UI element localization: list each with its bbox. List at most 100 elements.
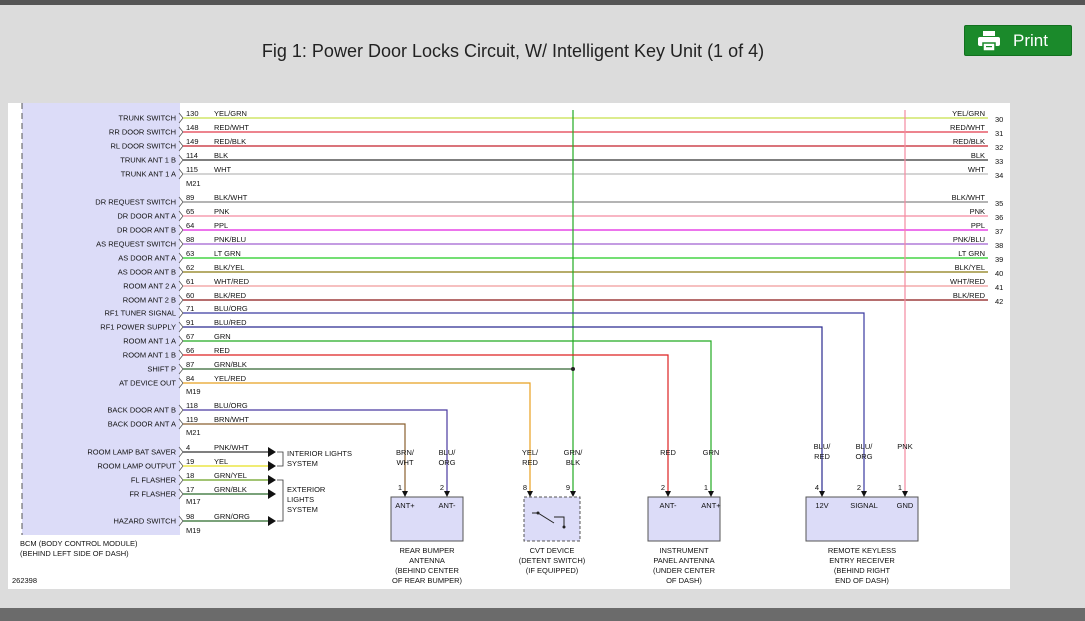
connector-pin-right: 37 [995,227,1003,236]
rke-wire-label: ORG [855,452,872,461]
print-button[interactable]: Print [964,25,1072,56]
wire-color-label-right: PPL [971,221,985,230]
rear_bumper-wire-label: BLU/ [439,448,457,457]
bcm-caption: BCM (BODY CONTROL MODULE) [20,539,138,548]
rear_bumper-wire-label: WHT [396,458,413,467]
wire-color-label: RED/WHT [214,123,249,132]
wire-color-label: BLU/ORG [214,304,248,313]
bcm-pin-label: AS REQUEST SWITCH [96,240,176,249]
panel_antenna-terminal: ANT- [659,501,677,510]
rear_bumper-caption: (BEHIND CENTER [395,566,459,575]
wire-color-label: GRN/BLK [214,485,247,494]
pin-number: 18 [186,471,194,480]
wire-color-label-right: PNK/BLU [953,235,985,244]
connector-label: M17 [186,497,201,506]
panel_antenna-pin: 2 [661,483,665,492]
pin-number: 87 [186,360,194,369]
pin-number: 130 [186,109,199,118]
rke-caption: END OF DASH) [835,576,889,585]
cvt-wire-label: YEL/ [522,448,539,457]
wire-color-label: BLK/YEL [214,263,244,272]
pin-number: 65 [186,207,194,216]
rke-pin: 2 [857,483,861,492]
bcm-caption: (BEHIND LEFT SIDE OF DASH) [20,549,129,558]
cvt-wire-label: RED [522,458,538,467]
wire-color-label: BLK [214,151,228,160]
bcm-pin-label: AS DOOR ANT B [118,268,176,277]
panel_antenna-pin: 1 [704,483,708,492]
cvt-module [523,496,581,542]
connector-pin-right: 41 [995,283,1003,292]
bcm-pin-label: FL FLASHER [131,476,177,485]
header-bar: Fig 1: Power Door Locks Circuit, W/ Inte… [0,5,1085,85]
wire-color-label: BLU/RED [214,318,247,327]
pin-arrow-icon [665,491,671,497]
bcm-pin-label: BACK DOOR ANT B [107,406,176,415]
bcm-pin-label: RL DOOR SWITCH [110,142,176,151]
bcm-pin-label: SHIFT P [147,365,176,374]
wire-color-label-right: WHT [968,165,985,174]
pin-number: 19 [186,457,194,466]
pin-number: 89 [186,193,194,202]
wire-color-label-right: BLK [971,151,985,160]
exterior-lights-label: SYSTEM [287,505,318,514]
wire-color-label: YEL [214,457,228,466]
pin-arrow-icon [708,491,714,497]
arrow-icon [268,447,276,457]
pin-number: 64 [186,221,194,230]
rke-caption: REMOTE KEYLESS [828,546,896,555]
panel_antenna-terminal: ANT+ [701,501,721,510]
panel_antenna-caption: OF DASH) [666,576,702,585]
cvt-wire-label: BLK [566,458,580,467]
printer-icon [978,30,1000,52]
connector-label: M19 [186,526,201,535]
wire-color-label-right: RED/WHT [950,123,985,132]
connector-pin-right: 34 [995,171,1003,180]
connector-label: M19 [186,387,201,396]
pin-number: 62 [186,263,194,272]
pin-arrow-icon [819,491,825,497]
pin-number: 118 [186,401,198,410]
arrow-icon [268,516,276,526]
pin-number: 66 [186,346,194,355]
wire-color-label-right: BLK/RED [953,291,986,300]
cvt-caption: CVT DEVICE [530,546,575,555]
bcm-pin-label: ROOM LAMP OUTPUT [97,462,176,471]
wire-color-label-right: WHT/RED [950,277,986,286]
pin-number: 4 [186,443,190,452]
connector-pin-right: 31 [995,129,1003,138]
pin-number: 17 [186,485,194,494]
wire-color-label: RED/BLK [214,137,246,146]
connector-pin-right: 35 [995,199,1003,208]
wire-color-label: GRN/ORG [214,512,250,521]
wire-color-label: GRN/BLK [214,360,247,369]
bcm-pin-label: ROOM ANT 1 A [123,337,176,346]
bcm-pin-label: DR REQUEST SWITCH [95,198,176,207]
pin-number: 61 [186,277,194,286]
bracket-interior [277,451,284,467]
rke-wire-label: RED [814,452,830,461]
bcm-pin-label: HAZARD SWITCH [114,517,177,526]
pin-arrow-icon [902,491,908,497]
wire-color-label-right: YEL/GRN [952,109,985,118]
interior-lights-label: SYSTEM [287,459,318,468]
rke-wire-label: PNK [897,442,912,451]
connector-label: M21 [186,179,201,188]
wire-color-label: YEL/RED [214,374,247,383]
exterior-lights-label: EXTERIOR [287,485,326,494]
cvt-switch-node-icon [562,525,566,529]
bcm-pin-label: BACK DOOR ANT A [108,420,176,429]
bcm-pin-label: AT DEVICE OUT [119,379,176,388]
rke-pin: 4 [815,483,819,492]
pin-number: 88 [186,235,194,244]
print-button-label: Print [1013,30,1048,50]
connector-label: M21 [186,428,201,437]
pin-arrow-icon [444,491,450,497]
wiring-diagram: TRUNK SWITCH 130 YEL/GRN YEL/GRN 30 RR DOOR S… [12,103,1003,585]
pin-arrow-icon [570,491,576,497]
pin-number: 91 [186,318,194,327]
arrow-icon [268,461,276,471]
page-title: Fig 1: Power Door Locks Circuit, W/ Inte… [261,41,765,61]
panel_antenna-wire-label: GRN [703,448,720,457]
rear_bumper-caption: REAR BUMPER [399,546,455,555]
